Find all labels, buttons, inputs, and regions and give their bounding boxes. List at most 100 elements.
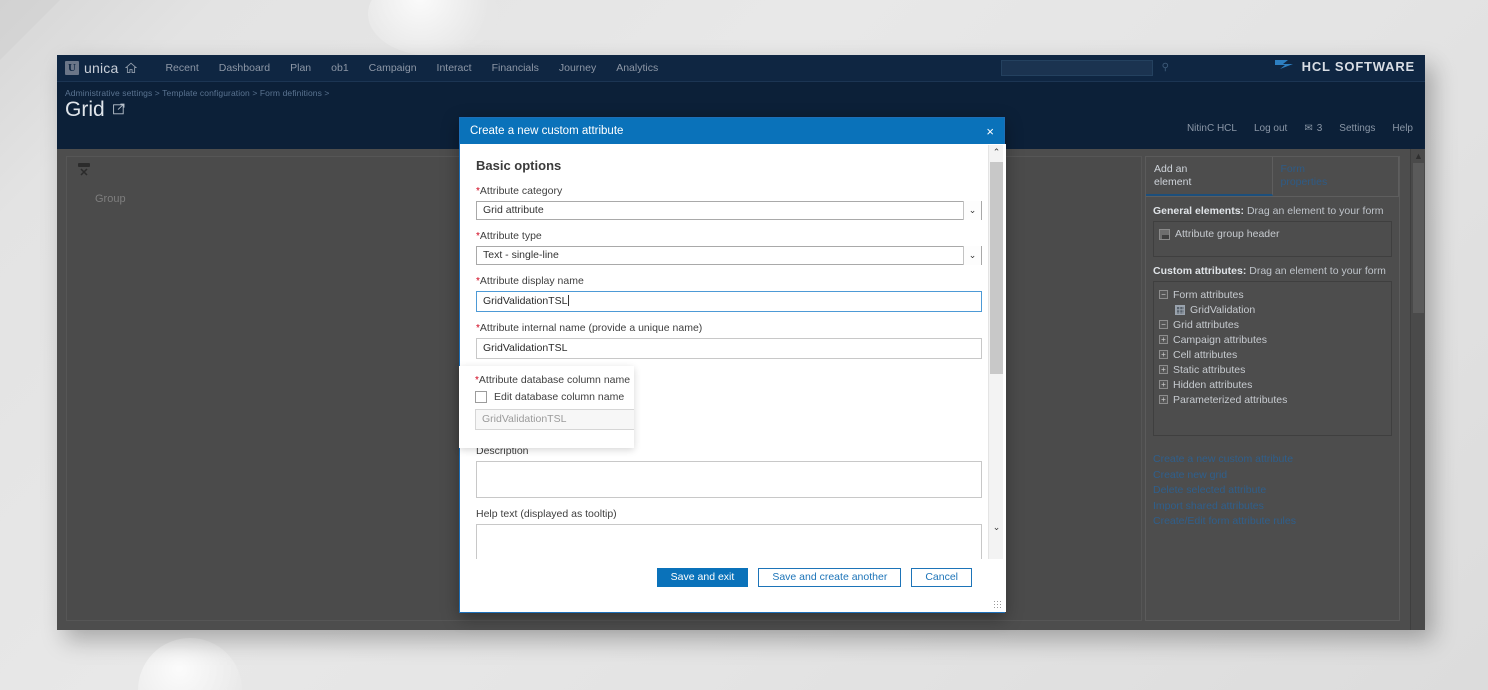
- tree-node-grid-attributes[interactable]: − Grid attributes: [1159, 317, 1386, 332]
- nav-link-journey[interactable]: Journey: [559, 62, 596, 74]
- nav-link-ob1[interactable]: ob1: [331, 62, 349, 74]
- grid-icon: [1175, 305, 1185, 315]
- logout-link[interactable]: Log out: [1254, 123, 1287, 134]
- collapse-toggle-icon[interactable]: −: [1159, 290, 1168, 299]
- general-elements-heading-rest: Drag an element to your form: [1244, 205, 1383, 217]
- page-scrollbar[interactable]: ▲: [1410, 149, 1425, 630]
- link-create-new-custom-attribute[interactable]: Create a new custom attribute: [1153, 452, 1399, 468]
- tab-add-an-element[interactable]: Add an element: [1146, 157, 1273, 196]
- expand-toggle-icon[interactable]: +: [1159, 335, 1168, 344]
- dialog-scrollbar[interactable]: ⌃ ⌄: [988, 145, 1003, 561]
- database-column-name-input: GridValidationTSL: [475, 409, 634, 430]
- mail-icon: ✉: [1304, 123, 1312, 134]
- save-and-create-another-button[interactable]: Save and create another: [758, 568, 901, 587]
- page-scrollbar-thumb[interactable]: [1413, 163, 1424, 313]
- global-search-input[interactable]: [1001, 60, 1153, 76]
- expand-toggle-icon[interactable]: +: [1159, 380, 1168, 389]
- nav-link-plan[interactable]: Plan: [290, 62, 311, 74]
- tab-form-properties-line2: properties: [1281, 176, 1391, 189]
- nav-link-analytics[interactable]: Analytics: [616, 62, 658, 74]
- home-icon[interactable]: [125, 62, 137, 74]
- field-attribute-type-label-text: Attribute type: [480, 230, 542, 242]
- field-help-text-label: Help text (displayed as tooltip): [476, 508, 990, 520]
- tab-add-an-element-line1: Add an: [1154, 163, 1264, 176]
- breadcrumb[interactable]: Administrative settings > Template confi…: [65, 88, 329, 98]
- description-textarea[interactable]: [476, 461, 982, 498]
- attribute-type-select[interactable]: Text - single-line ⌄: [476, 246, 982, 265]
- attribute-display-name-input[interactable]: GridValidationTSL: [476, 291, 982, 312]
- dialog-scrollbar-thumb[interactable]: [990, 162, 1003, 374]
- field-help-text: Help text (displayed as tooltip): [476, 508, 990, 561]
- attribute-group-header-icon: [1159, 229, 1170, 240]
- attribute-internal-name-input[interactable]: GridValidationTSL: [476, 338, 982, 359]
- link-create-new-grid[interactable]: Create new grid: [1153, 468, 1399, 484]
- link-create-edit-form-rules[interactable]: Create/Edit form attribute rules: [1153, 514, 1399, 530]
- dialog-title-bar: Create a new custom attribute ×: [460, 118, 1004, 144]
- wallpaper-corner-fold: [0, 0, 60, 60]
- field-attribute-type: *Attribute type Text - single-line ⌄: [476, 230, 990, 265]
- mail-count: 3: [1317, 123, 1323, 134]
- attribute-category-select[interactable]: Grid attribute ⌄: [476, 201, 982, 220]
- help-link[interactable]: Help: [1392, 123, 1413, 134]
- unica-mark-icon: U: [65, 61, 79, 75]
- current-user[interactable]: NitinC HCL: [1187, 123, 1237, 134]
- tab-form-properties[interactable]: Form properties: [1273, 157, 1400, 196]
- help-text-textarea[interactable]: [476, 524, 982, 561]
- general-elements-box: Attribute group header: [1153, 221, 1392, 257]
- create-custom-attribute-dialog: Create a new custom attribute × Basic op…: [459, 117, 1005, 613]
- cancel-button[interactable]: Cancel: [911, 568, 972, 587]
- tree-node-parameterized-attributes[interactable]: + Parameterized attributes: [1159, 392, 1386, 407]
- settings-link[interactable]: Settings: [1339, 123, 1375, 134]
- save-and-exit-button[interactable]: Save and exit: [657, 568, 749, 587]
- spotlight-label-text: Attribute database column name: [479, 374, 630, 386]
- field-attribute-display-name: *Attribute display name GridValidationTS…: [476, 275, 990, 312]
- tree-node-cell-attributes[interactable]: + Cell attributes: [1159, 347, 1386, 362]
- tree-node-cell-attributes-label: Cell attributes: [1173, 349, 1237, 361]
- scroll-up-icon[interactable]: ⌃: [989, 147, 1004, 158]
- nav-link-campaign[interactable]: Campaign: [369, 62, 417, 74]
- edit-database-column-name-label: Edit database column name: [494, 391, 624, 403]
- text-cursor: [568, 295, 569, 306]
- collapse-toggle-icon[interactable]: −: [1159, 320, 1168, 329]
- tree-node-static-attributes-label: Static attributes: [1173, 364, 1245, 376]
- field-attribute-category-label-text: Attribute category: [480, 185, 562, 197]
- tree-node-gridvalidation[interactable]: GridValidation: [1159, 302, 1386, 317]
- nav-link-recent[interactable]: Recent: [165, 62, 198, 74]
- chevron-down-icon[interactable]: ⌄: [963, 201, 981, 220]
- scroll-up-icon[interactable]: ▲: [1411, 151, 1425, 161]
- tree-node-grid-attributes-label: Grid attributes: [1173, 319, 1239, 331]
- tree-node-static-attributes[interactable]: + Static attributes: [1159, 362, 1386, 377]
- search-icon[interactable]: ⚲: [1162, 62, 1169, 73]
- top-navigation-links: Recent Dashboard Plan ob1 Campaign Inter…: [165, 62, 658, 74]
- attribute-category-value: Grid attribute: [483, 204, 544, 216]
- hcl-software-text: HCL SOFTWARE: [1302, 59, 1415, 74]
- custom-attributes-tree[interactable]: − Form attributes GridValidation − Grid …: [1153, 281, 1392, 436]
- element-attribute-group-header-label: Attribute group header: [1175, 228, 1280, 240]
- tree-node-campaign-attributes[interactable]: + Campaign attributes: [1159, 332, 1386, 347]
- element-attribute-group-header[interactable]: Attribute group header: [1159, 227, 1386, 241]
- expand-toggle-icon[interactable]: +: [1159, 350, 1168, 359]
- open-external-icon[interactable]: [113, 103, 125, 118]
- attribute-group-header-icon: ✕: [77, 163, 91, 180]
- tree-node-hidden-attributes[interactable]: + Hidden attributes: [1159, 377, 1386, 392]
- mail-notifications[interactable]: ✉ 3: [1304, 123, 1322, 134]
- nav-link-financials[interactable]: Financials: [492, 62, 539, 74]
- nav-link-dashboard[interactable]: Dashboard: [219, 62, 270, 74]
- field-description: Description: [476, 445, 990, 498]
- hcl-mark-icon: [1273, 58, 1295, 75]
- close-icon[interactable]: ×: [986, 125, 994, 138]
- tree-node-gridvalidation-label: GridValidation: [1190, 304, 1255, 316]
- database-column-name-value: GridValidationTSL: [482, 413, 566, 425]
- tree-node-form-attributes[interactable]: − Form attributes: [1159, 287, 1386, 302]
- edit-database-column-name-checkbox-row[interactable]: Edit database column name: [475, 391, 634, 403]
- brand-logo[interactable]: U unica: [57, 60, 118, 76]
- link-import-shared-attributes[interactable]: Import shared attributes: [1153, 499, 1399, 515]
- link-delete-selected-attribute[interactable]: Delete selected attribute: [1153, 483, 1399, 499]
- edit-database-column-name-checkbox[interactable]: [475, 391, 487, 403]
- chevron-down-icon[interactable]: ⌄: [963, 246, 981, 265]
- dialog-resize-handle[interactable]: [993, 600, 1002, 609]
- expand-toggle-icon[interactable]: +: [1159, 365, 1168, 374]
- scroll-down-icon[interactable]: ⌄: [989, 522, 1004, 533]
- expand-toggle-icon[interactable]: +: [1159, 395, 1168, 404]
- nav-link-interact[interactable]: Interact: [437, 62, 472, 74]
